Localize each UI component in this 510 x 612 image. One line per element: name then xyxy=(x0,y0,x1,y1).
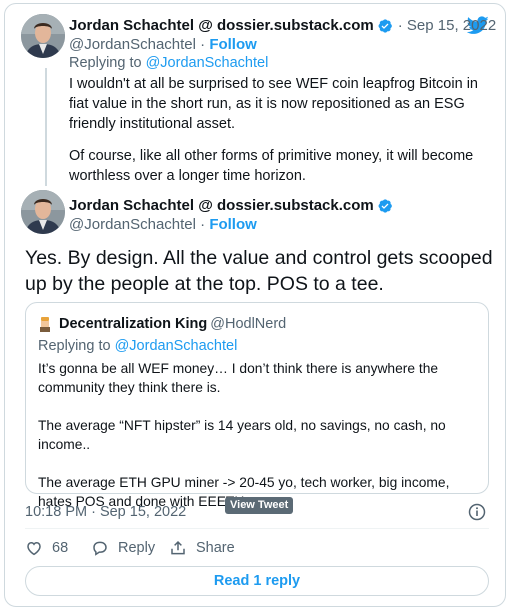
quoted-author-avatar xyxy=(38,316,52,332)
parent-author-handle[interactable]: @JordanSchachtel xyxy=(69,36,196,53)
main-author-name-line: Jordan Schachtel @ dossier.substack.com xyxy=(69,197,393,214)
like-count: 68 xyxy=(52,540,69,556)
embedded-tweet-card[interactable]: Jordan Schachtel @ dossier.substack.com … xyxy=(4,3,506,607)
tweet-timestamp[interactable]: 10:18 PM · Sep 15, 2022 xyxy=(25,504,186,520)
read-replies-button[interactable]: Read 1 reply xyxy=(25,566,489,596)
view-tweet-tooltip: View Tweet xyxy=(225,497,294,514)
parent-author-name[interactable]: Jordan Schachtel @ dossier.substack.com xyxy=(69,17,374,34)
like-action[interactable]: 68 xyxy=(25,539,68,557)
quoted-text-1: It’s gonna be all WEF money… I don’t thi… xyxy=(38,361,439,395)
parent-author-avatar[interactable] xyxy=(21,14,65,58)
reply-label: Reply xyxy=(118,540,156,556)
separator: · xyxy=(195,36,210,53)
quoted-tweet-body: It’s gonna be all WEF money… I don’t thi… xyxy=(38,359,478,511)
verified-badge-icon xyxy=(377,18,393,34)
main-author-name[interactable]: Jordan Schachtel @ dossier.substack.com xyxy=(69,197,374,214)
verified-badge-icon xyxy=(377,198,393,214)
parent-author-name-line: Jordan Schachtel @ dossier.substack.com … xyxy=(69,17,496,34)
main-tweet-text: Yes. By design. All the value and contro… xyxy=(25,247,493,295)
parent-tweet-text-2: Of course, like all other forms of primi… xyxy=(69,148,474,184)
main-handle-line: @JordanSchachtel · Follow xyxy=(69,216,257,233)
replying-prefix: Replying to xyxy=(38,338,115,354)
separator: · xyxy=(195,216,210,233)
replying-to-link[interactable]: @JordanSchachtel xyxy=(146,55,269,71)
info-icon[interactable] xyxy=(467,502,487,522)
reply-action[interactable]: Reply xyxy=(91,539,155,557)
thread-connector-line xyxy=(45,68,47,186)
share-icon xyxy=(171,540,185,555)
parent-tweet-text-1: I wouldn't at all be surprised to see WE… xyxy=(69,76,478,132)
replying-prefix: Replying to xyxy=(69,55,146,71)
quoted-author-name: Decentralization King xyxy=(59,316,208,332)
quoted-text-2: The average “NFT hipster” is 14 years ol… xyxy=(38,418,446,452)
divider xyxy=(25,528,489,529)
quoted-author-line: Decentralization King @HodlNerd xyxy=(59,316,286,332)
parent-handle-line: @JordanSchachtel · Follow xyxy=(69,36,257,53)
parent-tweet-date[interactable]: · Sep 15, 2022 xyxy=(398,17,496,34)
main-author-handle[interactable]: @JordanSchachtel xyxy=(69,216,196,233)
quoted-replying-to: Replying to @JordanSchachtel xyxy=(38,338,237,354)
parent-replying-to: Replying to @JordanSchachtel xyxy=(69,55,268,71)
quoted-tweet[interactable]: Decentralization King @HodlNerd Replying … xyxy=(25,302,489,509)
share-action[interactable]: Share xyxy=(169,539,235,557)
share-label: Share xyxy=(196,540,235,556)
follow-button[interactable]: Follow xyxy=(209,216,257,233)
heart-icon xyxy=(27,541,41,556)
main-author-avatar[interactable] xyxy=(21,190,65,234)
follow-button[interactable]: Follow xyxy=(209,36,257,53)
quoted-author-handle: @HodlNerd xyxy=(210,316,287,332)
replying-to-link: @JordanSchachtel xyxy=(114,338,238,354)
reply-bubble-icon xyxy=(93,541,107,556)
